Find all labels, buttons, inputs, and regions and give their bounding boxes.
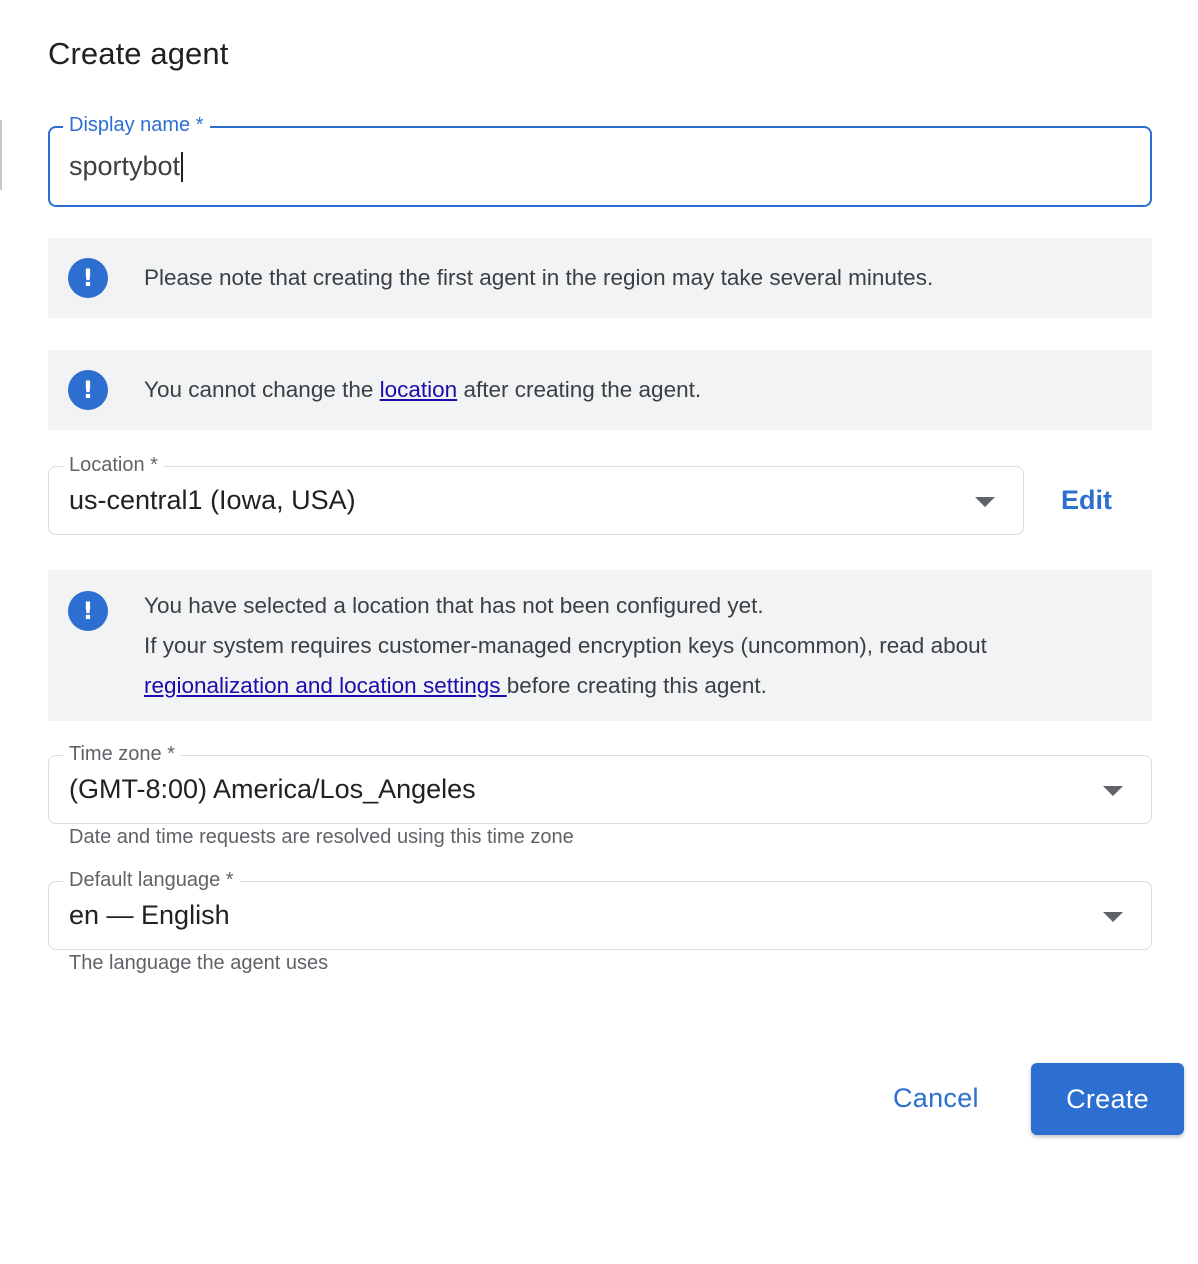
time-zone-hint: Date and time requests are resolved usin… xyxy=(69,826,574,848)
location-select[interactable]: Location * us-central1 (Iowa, USA) xyxy=(48,452,1024,535)
dropdown-arrow-icon[interactable] xyxy=(975,496,995,507)
default-language-value: en — English xyxy=(69,900,230,930)
regionalization-link[interactable]: regionalization and location settings xyxy=(144,673,507,698)
location-value: us-central1 (Iowa, USA) xyxy=(69,485,356,515)
info-exclamation-icon: ! xyxy=(68,591,108,631)
first-agent-notice: ! Please note that creating the first ag… xyxy=(48,238,1152,318)
unconfigured-text-after: before creating this agent. xyxy=(506,673,767,698)
dropdown-arrow-icon[interactable] xyxy=(1103,911,1123,922)
default-language-hint: The language the agent uses xyxy=(69,952,329,974)
notice-text-after: after creating the agent. xyxy=(457,377,702,402)
notice-text-before: You cannot change the xyxy=(144,377,380,402)
info-exclamation-icon: ! xyxy=(68,370,108,410)
window-edge xyxy=(0,120,2,190)
location-locked-notice: ! You cannot change the location after c… xyxy=(48,350,1152,430)
location-locked-notice-text: You cannot change the location after cre… xyxy=(144,370,1112,410)
cancel-button[interactable]: Cancel xyxy=(893,1083,979,1114)
dialog-title: Create agent xyxy=(48,36,229,71)
edit-location-button[interactable]: Edit xyxy=(1061,485,1112,516)
display-name-field[interactable]: Display name * sportybot xyxy=(48,112,1152,207)
time-zone-value: (GMT-8:00) America/Los_Angeles xyxy=(69,774,476,804)
create-agent-dialog: Create agent Display name * sportybot ! … xyxy=(0,0,1198,1264)
default-language-select[interactable]: Default language * en — English xyxy=(48,867,1152,950)
unconfigured-line-2: If your system requires customer-managed… xyxy=(144,633,987,658)
info-exclamation-icon: ! xyxy=(68,258,108,298)
time-zone-select[interactable]: Time zone * (GMT-8:00) America/Los_Angel… xyxy=(48,741,1152,824)
first-agent-notice-text: Please note that creating the first agen… xyxy=(144,265,934,290)
dropdown-arrow-icon[interactable] xyxy=(1103,785,1123,796)
location-link[interactable]: location xyxy=(380,377,458,402)
unconfigured-notice-text: You have selected a location that has no… xyxy=(144,586,1112,706)
text-cursor xyxy=(181,151,184,182)
unconfigured-line-1: You have selected a location that has no… xyxy=(144,593,764,618)
unconfigured-line-3: regionalization and location settings be… xyxy=(144,666,1112,706)
display-name-value[interactable]: sportybot xyxy=(69,151,180,182)
create-button[interactable]: Create xyxy=(1031,1063,1184,1135)
unconfigured-location-notice: ! You have selected a location that has … xyxy=(48,570,1152,721)
